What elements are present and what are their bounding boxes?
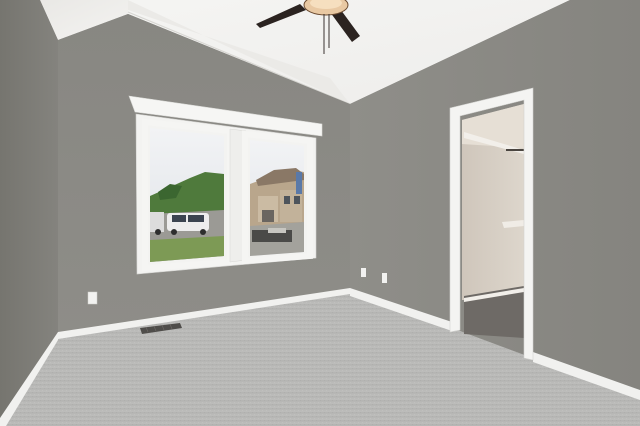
room-illustration bbox=[0, 0, 640, 426]
outlet-right-wall-1 bbox=[361, 268, 366, 277]
outlet-back-wall bbox=[87, 291, 98, 305]
window-pane-right bbox=[250, 140, 304, 256]
double-window bbox=[128, 95, 323, 275]
outlet-right-wall-2 bbox=[382, 273, 387, 283]
window-pane-left bbox=[150, 128, 224, 262]
room-photo bbox=[0, 0, 640, 426]
